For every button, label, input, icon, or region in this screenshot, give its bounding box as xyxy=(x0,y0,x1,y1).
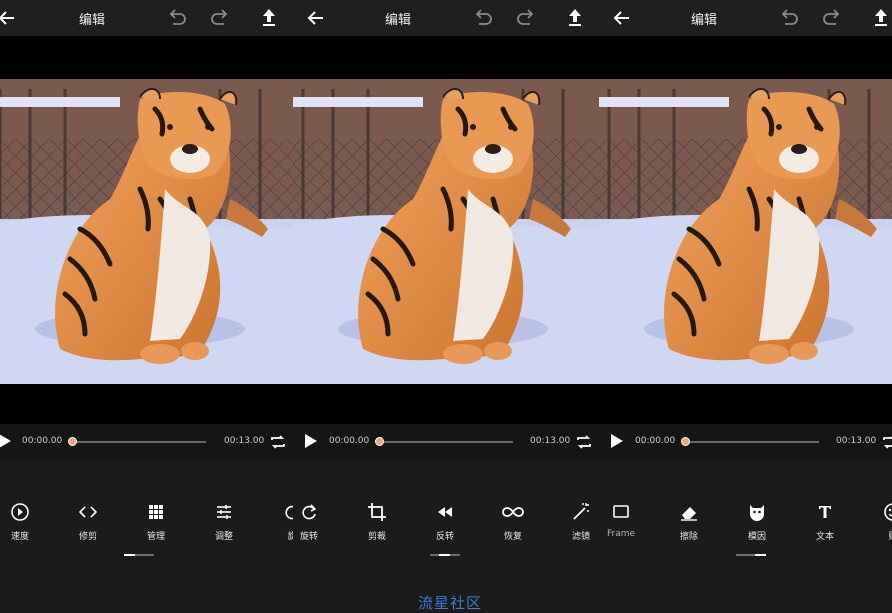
rewind-icon xyxy=(438,507,452,517)
tool-frame[interactable]: Frame xyxy=(599,500,647,544)
timeline-scrubber[interactable] xyxy=(681,437,690,446)
export-upload-icon[interactable] xyxy=(258,5,280,29)
timeline-track[interactable] xyxy=(379,441,513,443)
tool-erase[interactable]: 擦除 xyxy=(663,500,715,544)
tool-label: 文本 xyxy=(815,532,834,542)
magic-wand-icon xyxy=(573,503,589,520)
loop-icon[interactable] xyxy=(268,432,288,452)
tool-crop[interactable]: 剪裁 xyxy=(351,500,403,544)
page-indicator-active xyxy=(124,554,135,556)
video-preview[interactable] xyxy=(0,79,306,384)
total-time: 00:13.00 xyxy=(224,436,265,446)
page-indicator xyxy=(124,554,154,556)
tool-label: 旋转 xyxy=(299,532,318,542)
tool-trim[interactable]: 修剪 xyxy=(62,500,114,544)
timeline-scrubber[interactable] xyxy=(68,437,77,446)
timeline-track[interactable] xyxy=(685,441,819,443)
top-bar: 编辑 xyxy=(293,0,599,36)
crop-icon xyxy=(368,503,386,521)
tool-label: 贴 xyxy=(867,529,892,542)
page-title: 编辑 xyxy=(384,13,411,28)
eraser-icon xyxy=(681,507,697,521)
infinity-icon xyxy=(502,507,524,517)
frame-icon xyxy=(613,505,629,518)
video-preview[interactable] xyxy=(599,79,892,384)
timeline-scrubber[interactable] xyxy=(375,437,384,446)
back-arrow-icon[interactable] xyxy=(609,6,633,30)
tiger-video-frame xyxy=(0,79,306,384)
tool-text[interactable]: 文本 xyxy=(799,500,851,544)
tool-label: 擦除 xyxy=(679,532,698,542)
undo-icon[interactable] xyxy=(164,6,188,30)
tool-label: Frame xyxy=(606,529,636,539)
timeline-track[interactable] xyxy=(72,441,206,443)
tool-adjust[interactable]: 调整 xyxy=(198,500,250,544)
page-indicator-active xyxy=(439,554,450,556)
tiger-video-frame xyxy=(599,79,892,384)
grid-manage-icon xyxy=(149,505,163,519)
editor-screen-2: 编辑 00:00.00 00:13.00 旋转 剪裁 反转 恢复 滤镜 xyxy=(293,0,599,610)
tool-reverse[interactable]: 反转 xyxy=(419,500,471,544)
top-bar: 编辑 xyxy=(0,0,306,36)
page-indicator-active xyxy=(755,554,766,556)
tool-rotate[interactable]: 旋转 xyxy=(293,500,335,544)
text-icon xyxy=(819,506,831,518)
redo-icon[interactable] xyxy=(821,6,845,30)
tool-label: 模因 xyxy=(747,532,766,542)
page-indicator xyxy=(736,554,766,556)
tool-meme[interactable]: 模因 xyxy=(731,500,783,544)
back-arrow-icon[interactable] xyxy=(303,6,327,30)
play-icon[interactable] xyxy=(304,433,318,449)
loop-icon[interactable] xyxy=(574,432,594,452)
adjust-sliders-icon xyxy=(217,505,231,519)
tool-label: 剪裁 xyxy=(367,532,386,542)
playback-bar: 00:00.00 00:13.00 xyxy=(599,424,892,460)
undo-icon[interactable] xyxy=(470,6,494,30)
tool-manage[interactable]: 管理 xyxy=(130,500,182,544)
trim-icon xyxy=(78,506,98,518)
current-time: 00:00.00 xyxy=(329,436,370,446)
tool-label: 反转 xyxy=(435,532,454,542)
tool-label: 管理 xyxy=(146,532,165,542)
page-title: 编辑 xyxy=(690,13,717,28)
tool-label: 修剪 xyxy=(78,532,97,542)
redo-icon[interactable] xyxy=(515,6,539,30)
speed-icon xyxy=(11,503,29,521)
sticker-icon xyxy=(884,503,892,521)
tool-speed[interactable]: 速度 xyxy=(0,500,46,544)
tool-label: 恢复 xyxy=(503,532,522,542)
tool-label: 速度 xyxy=(10,532,29,542)
current-time: 00:00.00 xyxy=(22,436,63,446)
editor-screen-1: 编辑 00:00.00 00:13.00 速度 修剪 管理 调整 旋 xyxy=(0,0,306,610)
tool-sticker[interactable]: 贴 xyxy=(867,500,892,544)
tool-label: 调整 xyxy=(214,532,233,542)
total-time: 00:13.00 xyxy=(836,436,877,446)
play-icon[interactable] xyxy=(610,433,624,449)
undo-icon[interactable] xyxy=(776,6,800,30)
rotate-icon xyxy=(302,504,317,520)
redo-icon[interactable] xyxy=(209,6,233,30)
total-time: 00:13.00 xyxy=(530,436,571,446)
mask-icon xyxy=(750,505,764,521)
page-title: 编辑 xyxy=(78,13,105,28)
tiger-video-frame xyxy=(293,79,599,384)
tool-label: 滤镜 xyxy=(571,532,590,542)
play-icon[interactable] xyxy=(0,433,12,449)
loop-icon[interactable] xyxy=(880,432,892,452)
video-preview[interactable] xyxy=(293,79,599,384)
playback-bar: 00:00.00 00:13.00 xyxy=(0,424,306,460)
playback-bar: 00:00.00 00:13.00 xyxy=(293,424,599,460)
tool-restore[interactable]: 恢复 xyxy=(487,500,539,544)
export-upload-icon[interactable] xyxy=(564,5,586,29)
current-time: 00:00.00 xyxy=(635,436,676,446)
editor-screen-3: 编辑 00:00.00 00:13.00 Frame 擦除 模因 文本 贴 xyxy=(599,0,892,610)
top-bar: 编辑 xyxy=(599,0,892,36)
back-arrow-icon[interactable] xyxy=(0,6,18,30)
export-upload-icon[interactable] xyxy=(870,5,892,29)
page-indicator xyxy=(430,554,460,556)
tool-filter[interactable]: 滤镜 xyxy=(555,500,599,544)
